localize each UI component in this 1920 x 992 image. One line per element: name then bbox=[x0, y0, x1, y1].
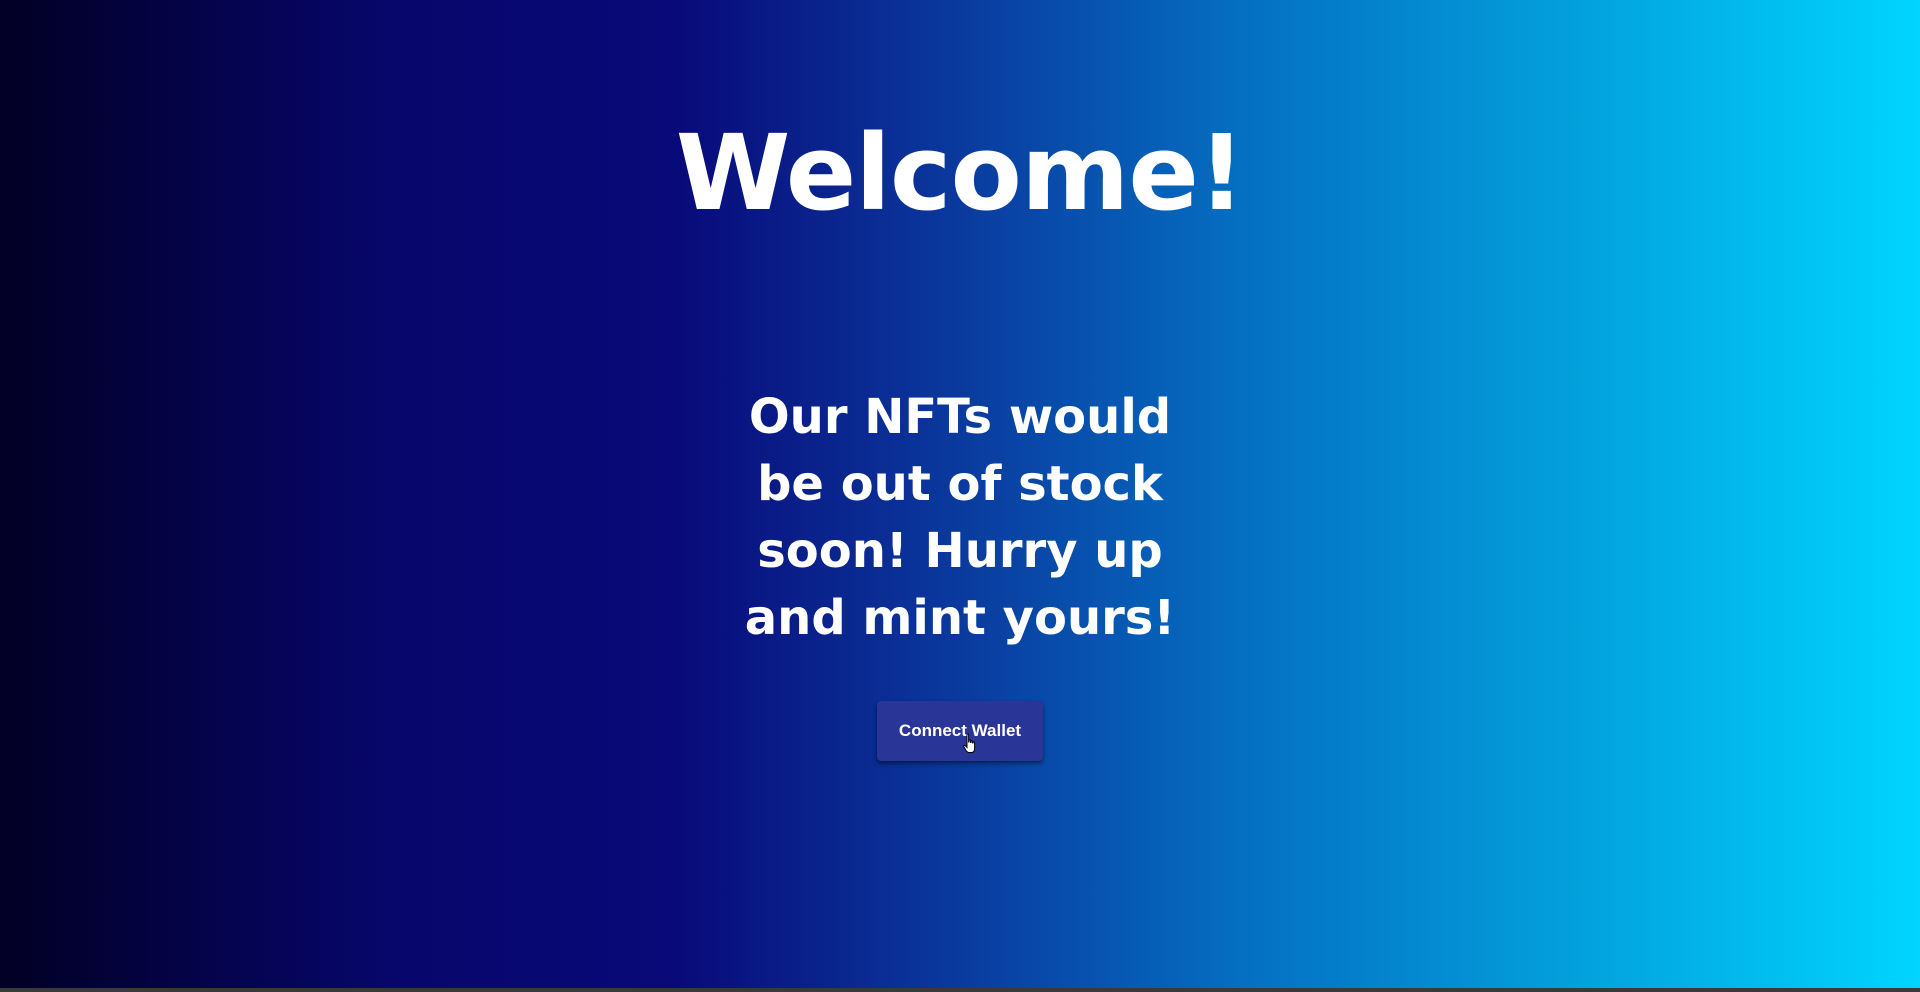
page-background: Welcome! Our NFTs would be out of stock … bbox=[0, 0, 1920, 988]
hero-tagline: Our NFTs would be out of stock soon! Hur… bbox=[744, 389, 1176, 646]
page-title: Welcome! bbox=[675, 112, 1246, 234]
bottom-edge-bar bbox=[0, 988, 1920, 992]
connect-wallet-button[interactable]: Connect Wallet bbox=[877, 701, 1043, 761]
hand-pointer-icon bbox=[963, 733, 976, 753]
